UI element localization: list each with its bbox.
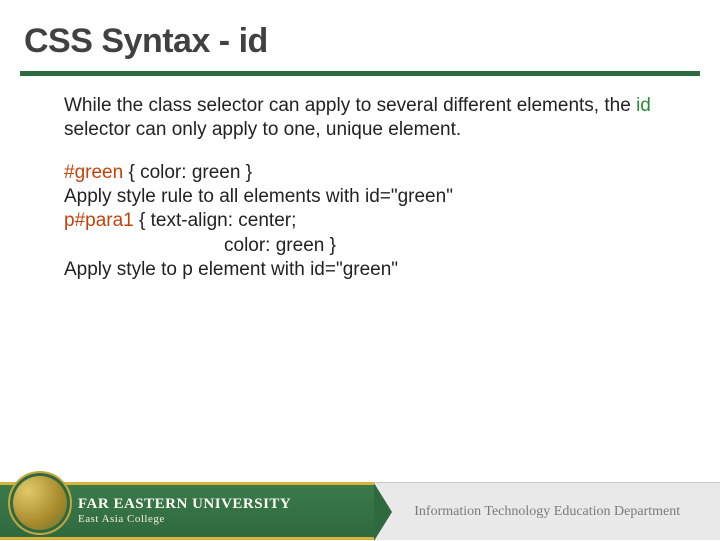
code-line-5: Apply style to p element with id="green": [64, 258, 672, 282]
selector-para1: p#para1: [64, 210, 134, 231]
footer-bar: FAR EASTERN UNIVERSITY East Asia College…: [0, 482, 720, 540]
code-line-1: #green { color: green }: [64, 161, 672, 185]
rule-1: { color: green }: [123, 162, 252, 183]
intro-text-a: While the class selector can apply to se…: [64, 95, 636, 116]
footer-left: FAR EASTERN UNIVERSITY East Asia College: [0, 482, 374, 540]
college-name: East Asia College: [78, 513, 291, 525]
code-example: #green { color: green } Apply style rule…: [64, 161, 672, 283]
intro-paragraph: While the class selector can apply to se…: [64, 94, 672, 143]
code-line-2: Apply style rule to all elements with id…: [64, 185, 672, 209]
university-seal-icon: [8, 471, 72, 535]
slide-content: While the class selector can apply to se…: [0, 76, 720, 282]
university-block: FAR EASTERN UNIVERSITY East Asia College: [78, 497, 291, 526]
intro-text-b: selector can only apply to one, unique e…: [64, 119, 461, 140]
selector-green: #green: [64, 162, 123, 183]
rule-3: { text-align: center;: [134, 210, 297, 231]
id-keyword: id: [636, 95, 651, 116]
footer-right: Information Technology Education Departm…: [374, 482, 720, 540]
university-name: FAR EASTERN UNIVERSITY: [78, 497, 291, 513]
department-name: Information Technology Education Departm…: [414, 504, 680, 520]
code-line-4: color: green }: [64, 234, 672, 258]
code-line-3: p#para1 { text-align: center;: [64, 209, 672, 233]
slide-title: CSS Syntax - id: [0, 0, 720, 67]
